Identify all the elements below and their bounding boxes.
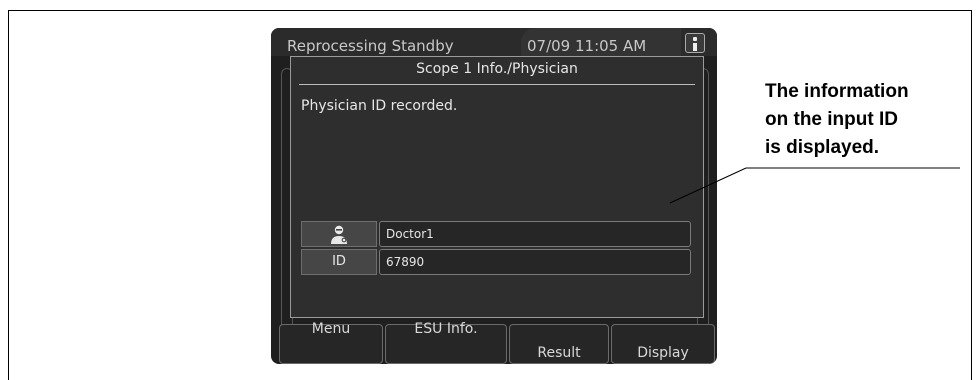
annotation-line: The information <box>765 81 909 102</box>
annotation-line: on the input ID <box>765 109 898 130</box>
annotation-line: is displayed. <box>765 137 880 158</box>
leader-line <box>669 167 960 204</box>
annotation-callout: The information on the input ID is displ… <box>765 78 975 162</box>
